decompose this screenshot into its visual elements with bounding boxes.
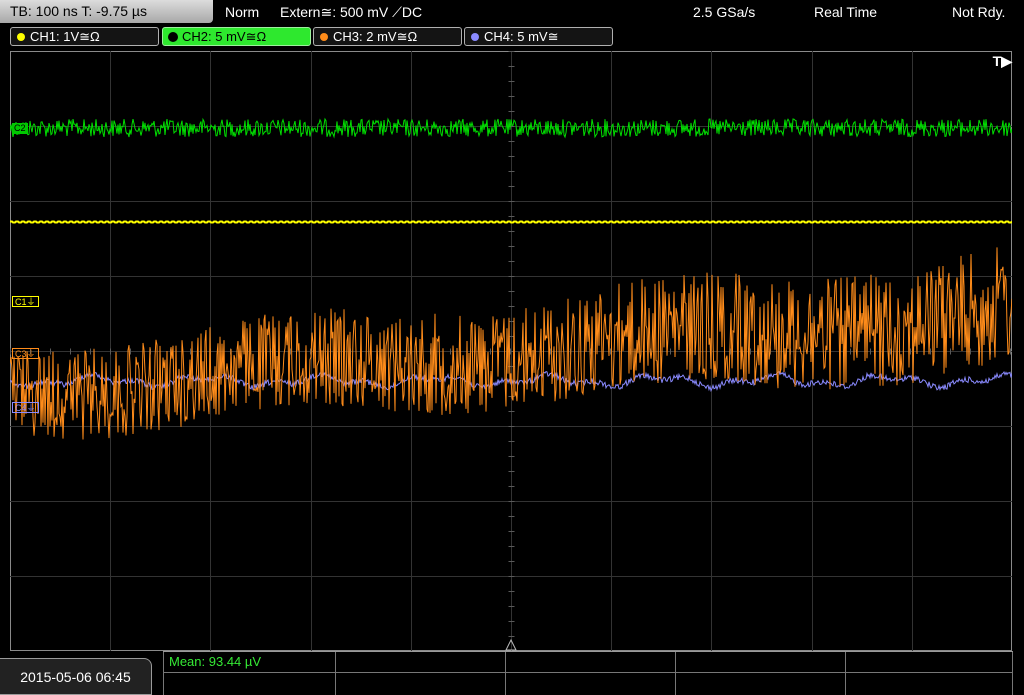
trigger-position-marker[interactable]: T▶ xyxy=(993,53,1012,70)
ch4-label: CH4: 5 mV≅ xyxy=(484,29,559,44)
graticule xyxy=(10,51,1012,651)
trigger-source[interactable]: Extern≅: 500 mV ⟋DC xyxy=(280,0,422,24)
tab-ch4[interactable]: CH4: 5 mV≅ xyxy=(464,27,613,46)
ch3-level-marker[interactable]: C3⏚ xyxy=(12,348,39,359)
timebase-display[interactable]: TB: 100 ns T: -9.75 µs xyxy=(0,0,213,23)
measurement-panel: Mean: 93.44 µV xyxy=(163,651,1013,695)
ch3-label: CH3: 2 mV≅Ω xyxy=(333,29,418,44)
ch1-level-marker[interactable]: C1⏚ xyxy=(12,296,39,307)
ch3-dot-icon xyxy=(320,33,328,41)
meas-divider xyxy=(845,652,846,695)
acquisition-mode[interactable]: Real Time xyxy=(814,0,877,24)
acquisition-status: Not Rdy. xyxy=(952,4,1006,20)
trigger-triangle-icon xyxy=(505,639,517,651)
datetime-text: 2015-05-06 06:45 xyxy=(20,669,131,685)
meas-divider xyxy=(675,652,676,695)
status-bar: TB: 100 ns T: -9.75 µs Norm Extern≅: 500… xyxy=(0,0,1024,24)
datetime-display: 2015-05-06 06:45 xyxy=(0,658,152,695)
ch2-dot-icon xyxy=(169,33,177,41)
ch1-label: CH1: 1V≅Ω xyxy=(30,29,100,44)
tab-ch1[interactable]: CH1: 1V≅Ω xyxy=(10,27,159,46)
measurement-mean[interactable]: Mean: 93.44 µV xyxy=(169,654,261,669)
ch1-dot-icon xyxy=(17,33,25,41)
ch4-dot-icon xyxy=(471,33,479,41)
meas-divider xyxy=(1012,652,1013,695)
tab-ch2[interactable]: CH2: 5 mV≅Ω xyxy=(162,27,311,46)
trigger-mode[interactable]: Norm xyxy=(225,0,259,24)
meas-divider xyxy=(335,652,336,695)
sample-rate: 2.5 GSa/s xyxy=(693,4,756,20)
meas-row-divider xyxy=(163,672,1013,673)
ch1-trace xyxy=(10,220,1012,224)
channel-tabs: CH1: 1V≅Ω CH2: 5 mV≅Ω CH3: 2 mV≅Ω CH4: 5… xyxy=(0,24,1024,48)
ch2-level-marker[interactable]: C2 xyxy=(12,123,28,134)
ch2-label: CH2: 5 mV≅Ω xyxy=(182,29,267,44)
meas-divider xyxy=(163,652,164,695)
tab-ch3[interactable]: CH3: 2 mV≅Ω xyxy=(313,27,462,46)
meas-divider xyxy=(505,652,506,695)
waveform-display[interactable] xyxy=(10,51,1012,651)
ch4-level-marker[interactable]: C4⏚ xyxy=(12,402,39,413)
timebase-text: TB: 100 ns T: -9.75 µs xyxy=(10,3,147,19)
